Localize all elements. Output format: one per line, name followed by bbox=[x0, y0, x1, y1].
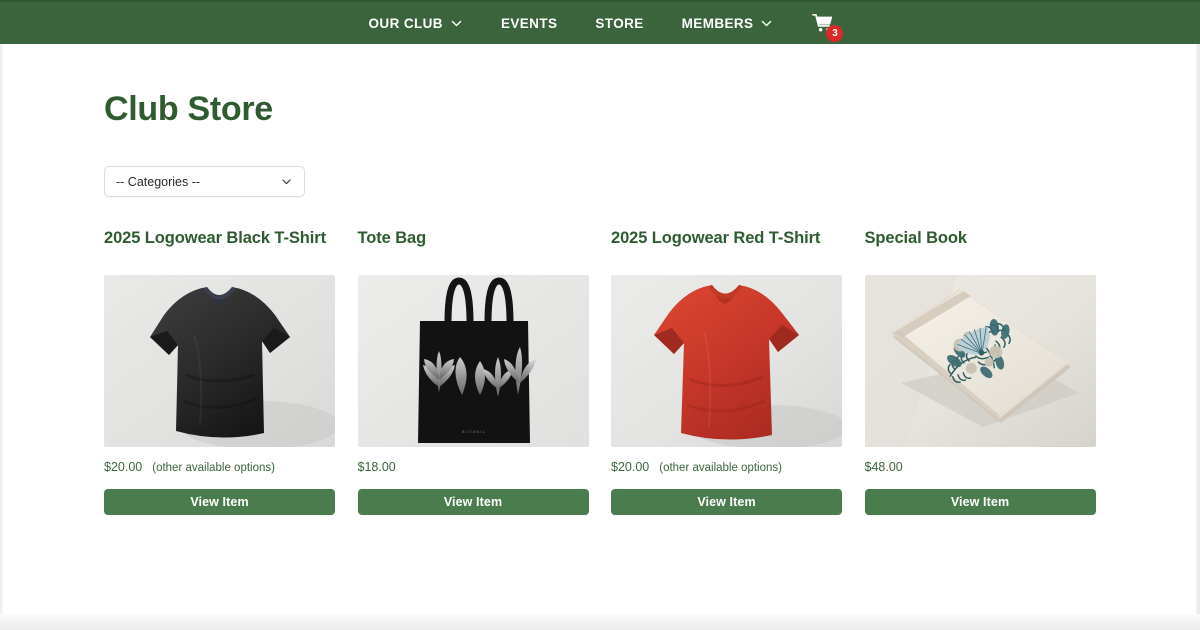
product-options-note: (other available options) bbox=[152, 462, 275, 474]
view-item-button[interactable]: View Item bbox=[104, 489, 335, 515]
store-page: OUR CLUB EVENTS STORE MEMBERS 3 Club Sto… bbox=[0, 0, 1200, 630]
product-title: 2025 Logowear Black T-Shirt bbox=[104, 229, 326, 247]
product-card: 2025 Logowear Black T-Shirt $20.00 (othe… bbox=[104, 228, 335, 515]
product-price-row: $20.00 (other available options) bbox=[104, 460, 335, 476]
view-item-button[interactable]: View Item bbox=[357, 489, 589, 515]
product-image-red-tshirt[interactable] bbox=[611, 275, 842, 447]
nav-item-members[interactable]: MEMBERS bbox=[663, 1, 793, 45]
nav-item-members-label: MEMBERS bbox=[681, 15, 754, 31]
svg-text:BOTANIC: BOTANIC bbox=[461, 429, 485, 434]
categories-select[interactable]: -- Categories -- bbox=[104, 166, 305, 197]
product-title: Tote Bag bbox=[357, 229, 427, 247]
product-card: Special Book $48.00 View Item bbox=[864, 228, 1096, 515]
product-card: 2025 Logowear Red T-Shirt $20.00 (other … bbox=[611, 228, 842, 515]
page-edge-bottom bbox=[0, 614, 1200, 630]
chevron-down-icon bbox=[760, 17, 773, 30]
product-image-tote-bag[interactable]: BOTANIC bbox=[357, 275, 589, 447]
product-price: $48.00 bbox=[864, 460, 903, 474]
product-title: Special Book bbox=[864, 229, 968, 247]
product-title: 2025 Logowear Red T-Shirt bbox=[611, 229, 821, 247]
nav-item-our-club-label: OUR CLUB bbox=[368, 15, 443, 31]
cart-button[interactable]: 3 bbox=[792, 1, 850, 45]
nav-items: OUR CLUB EVENTS STORE MEMBERS 3 bbox=[350, 1, 851, 45]
product-grid: 2025 Logowear Black T-Shirt $20.00 (othe… bbox=[104, 228, 1096, 515]
product-price-row: $18.00 bbox=[358, 460, 589, 476]
chevron-down-icon bbox=[450, 17, 463, 30]
nav-item-events-label: EVENTS bbox=[500, 15, 558, 31]
page-edge-right bbox=[1196, 44, 1200, 630]
nav-item-store-label: STORE bbox=[595, 15, 644, 31]
page-edge-left bbox=[0, 44, 3, 630]
top-navigation-bar: OUR CLUB EVENTS STORE MEMBERS 3 bbox=[0, 0, 1200, 44]
nav-item-our-club[interactable]: OUR CLUB bbox=[350, 1, 482, 45]
chevron-down-icon bbox=[280, 175, 293, 188]
nav-item-events[interactable]: EVENTS bbox=[482, 1, 576, 45]
product-image-black-tshirt[interactable] bbox=[104, 275, 335, 447]
shopping-cart-icon: 3 bbox=[812, 13, 844, 42]
categories-select-value: -- Categories -- bbox=[116, 174, 201, 189]
product-price: $20.00 bbox=[104, 460, 143, 474]
page-title: Club Store bbox=[104, 90, 273, 128]
product-price-row: $20.00 (other available options) bbox=[611, 460, 842, 476]
product-card: Tote Bag BOTANIC $18.00 View Item bbox=[357, 228, 589, 515]
product-options-note: (other available options) bbox=[659, 462, 782, 474]
view-item-button[interactable]: View Item bbox=[611, 489, 842, 515]
product-image-special-book[interactable] bbox=[864, 275, 1096, 447]
view-item-button[interactable]: View Item bbox=[864, 489, 1096, 515]
nav-item-store[interactable]: STORE bbox=[576, 1, 662, 45]
product-price: $18.00 bbox=[357, 460, 396, 474]
product-price-row: $48.00 bbox=[865, 460, 1096, 476]
cart-badge-count: 3 bbox=[826, 25, 844, 42]
product-price: $20.00 bbox=[611, 460, 650, 474]
